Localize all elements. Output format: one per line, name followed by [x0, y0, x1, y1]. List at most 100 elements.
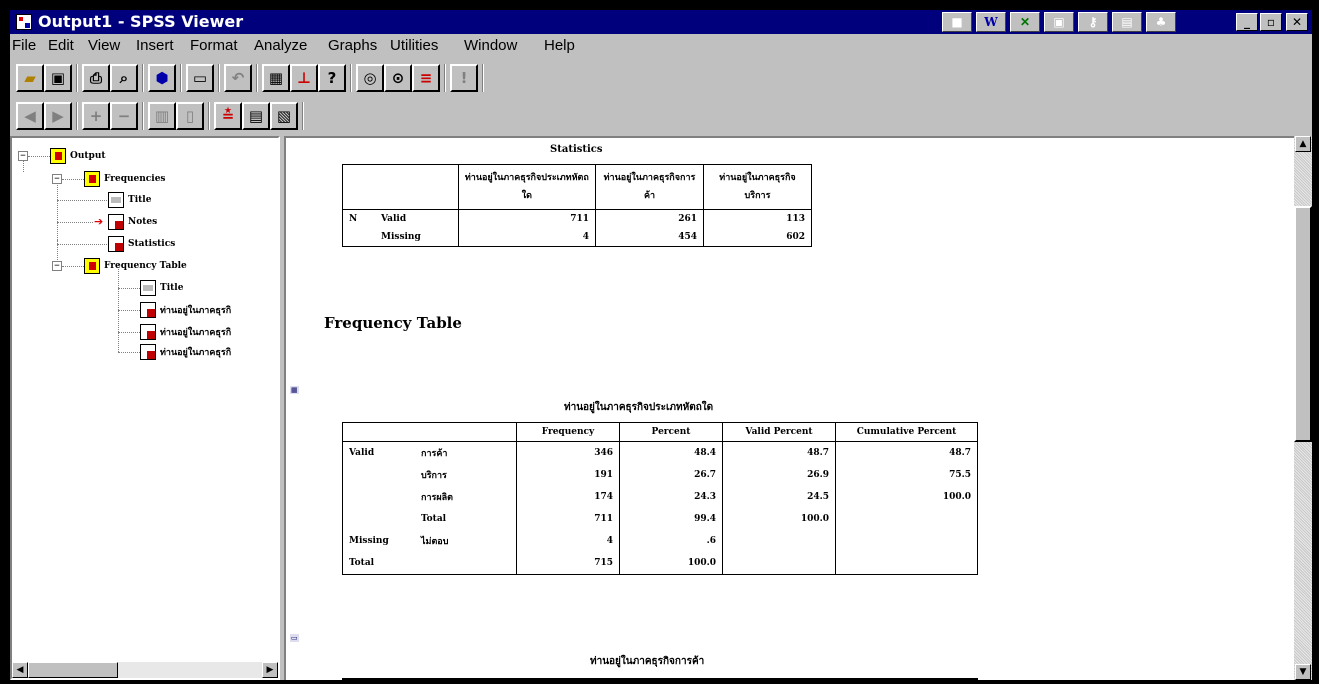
table-cell: 24.3 — [619, 486, 723, 508]
word-icon[interactable]: W — [976, 12, 1006, 32]
print-preview-button[interactable]: ⌕ — [110, 64, 138, 92]
scroll-thumb[interactable] — [1294, 206, 1312, 442]
open-button[interactable]: ▰ — [16, 64, 44, 92]
tree-connector — [57, 200, 107, 201]
tree-node-var1[interactable]: ท่านอยู่ในภาคธุรกิ — [140, 300, 231, 320]
column-header: ท่านอยู่ในภาคธุรกิจประเภทหัตถใด — [457, 164, 596, 210]
goto-case-icon: ⊥ — [297, 69, 311, 87]
table-row: Total 715 100.0 — [342, 552, 978, 575]
toolbar-separator — [180, 64, 182, 92]
demote-button[interactable]: ▶ — [44, 102, 72, 130]
tree-node-frequency-table[interactable]: Frequency Table — [84, 256, 187, 276]
promote-button[interactable]: ◀ — [16, 102, 44, 130]
column-header: Frequency — [516, 422, 620, 442]
select-last-output-button[interactable]: ◎ — [356, 64, 384, 92]
standard-toolbar: ▰ ▣ ⎙ ⌕ ⬢ ▭ ↶ ▦ ⊥ ? ◎ ⊙ ≡ ! — [10, 58, 1312, 96]
collapsed-title-icon[interactable]: ▭ — [290, 634, 299, 642]
table-cell: 602 — [702, 228, 813, 247]
scroll-left-button[interactable]: ◀ — [12, 662, 28, 678]
maximize-button[interactable]: ▫ — [1260, 13, 1282, 31]
menu-utilities[interactable]: Utilities — [390, 37, 438, 54]
access-icon[interactable]: ▤ — [1112, 12, 1142, 32]
tree-node-output[interactable]: Output — [50, 146, 106, 166]
close-button[interactable]: ✕ — [1286, 13, 1308, 31]
tree-node-var3[interactable]: ท่านอยู่ในภาคธุรกิ — [140, 342, 231, 362]
tree-node-title-2[interactable]: Title — [140, 278, 183, 298]
menu-help[interactable]: Help — [544, 37, 575, 54]
tray-app-icon[interactable]: ■ — [942, 12, 972, 32]
expand-button[interactable]: + — [82, 102, 110, 130]
key-icon[interactable]: ⚷ — [1078, 12, 1108, 32]
menu-insert[interactable]: Insert — [136, 37, 174, 54]
toolbar-separator — [76, 64, 78, 92]
insert-heading-button[interactable]: ≛ — [214, 102, 242, 130]
tree-node-title[interactable]: Title — [108, 190, 151, 210]
select-output-icon: ◎ — [363, 69, 377, 87]
export-button[interactable]: ⬢ — [148, 64, 176, 92]
tree-connector — [28, 156, 50, 157]
window-title: Output1 - SPSS Viewer — [38, 12, 244, 31]
notes-table-icon — [108, 214, 124, 230]
tree-connector — [57, 178, 58, 240]
frequency-table-icon — [140, 302, 156, 318]
excel-icon[interactable]: ✕ — [1010, 12, 1040, 32]
recall-dialog-button[interactable]: ▭ — [186, 64, 214, 92]
print-icon: ⎙ — [89, 69, 102, 87]
goto-case-button[interactable]: ⊥ — [290, 64, 318, 92]
tree-connector — [62, 179, 84, 180]
toolbar-separator — [142, 64, 144, 92]
menu-graphs[interactable]: Graphs — [328, 37, 377, 54]
insert-cases-button[interactable]: ≡ — [412, 64, 440, 92]
collapsed-notes-icon[interactable]: ▦ — [290, 386, 299, 394]
hide-button[interactable]: ▯ — [176, 102, 204, 130]
tree-node-frequencies[interactable]: Frequencies — [84, 169, 166, 189]
collapse-frequency-table-toggle[interactable]: − — [52, 261, 62, 271]
minus-icon: − — [117, 107, 131, 125]
closed-book-icon: ▯ — [185, 107, 195, 125]
outline-toolbar: ◀ ▶ + − ▥ ▯ ≛ ▤ ▧ — [10, 96, 1312, 134]
scroll-down-button[interactable]: ▼ — [1295, 664, 1311, 680]
table-cell: 26.7 — [619, 464, 723, 486]
frequency-table[interactable]: Frequency Percent Valid Percent Cumulati… — [342, 422, 978, 575]
office-tool-icon[interactable]: ♣ — [1146, 12, 1176, 32]
scroll-thumb[interactable] — [28, 662, 118, 678]
menu-file[interactable]: File — [12, 37, 36, 54]
insert-title-button[interactable]: ▤ — [242, 102, 270, 130]
collapse-button[interactable]: − — [110, 102, 138, 130]
table-cell: 4 — [516, 530, 620, 552]
collapse-frequencies-toggle[interactable]: − — [52, 174, 62, 184]
menu-format[interactable]: Format — [190, 37, 238, 54]
next-table-top-edge — [342, 678, 978, 680]
insert-text-button[interactable]: ▧ — [270, 102, 298, 130]
outline-horizontal-scrollbar[interactable]: ◀ ▶ — [12, 662, 278, 678]
save-button[interactable]: ▣ — [44, 64, 72, 92]
tree-node-notes[interactable]: Notes — [108, 212, 157, 232]
menu-edit[interactable]: Edit — [48, 37, 74, 54]
minimize-button[interactable]: _ — [1236, 13, 1258, 31]
spss-viewer-window: Output1 - SPSS Viewer ■ W ✕ ▣ ⚷ ▤ ♣ _ ▫ … — [10, 10, 1312, 680]
print-button[interactable]: ⎙ — [82, 64, 110, 92]
scroll-right-button[interactable]: ▶ — [262, 662, 278, 678]
collapse-output-toggle[interactable]: − — [18, 151, 28, 161]
row-label — [415, 552, 517, 575]
menu-window[interactable]: Window — [464, 37, 517, 54]
show-button[interactable]: ▥ — [148, 102, 176, 130]
row-label: ไม่ตอบ — [415, 530, 517, 552]
table-cell — [835, 530, 978, 552]
variables-button[interactable]: ? — [318, 64, 346, 92]
goto-data-button[interactable]: ▦ — [262, 64, 290, 92]
undo-button[interactable]: ↶ — [224, 64, 252, 92]
statistics-table[interactable]: ท่านอยู่ในภาคธุรกิจประเภทหัตถใด ท่านอยู่… — [342, 164, 813, 247]
tree-node-statistics[interactable]: Statistics — [108, 234, 175, 254]
menu-analyze[interactable]: Analyze — [254, 37, 307, 54]
statistics-table-icon — [108, 236, 124, 252]
table-cell: 48.7 — [835, 441, 978, 464]
content-vertical-scrollbar[interactable]: ▲ ▼ — [1294, 136, 1312, 680]
presentation-icon[interactable]: ▣ — [1044, 12, 1074, 32]
tree-node-var2[interactable]: ท่านอยู่ในภาคธุรกิ — [140, 322, 231, 342]
run-button[interactable]: ! — [450, 64, 478, 92]
menu-view[interactable]: View — [88, 37, 120, 54]
table-cell: 174 — [516, 486, 620, 508]
designate-window-button[interactable]: ⊙ — [384, 64, 412, 92]
scroll-up-button[interactable]: ▲ — [1295, 136, 1311, 152]
